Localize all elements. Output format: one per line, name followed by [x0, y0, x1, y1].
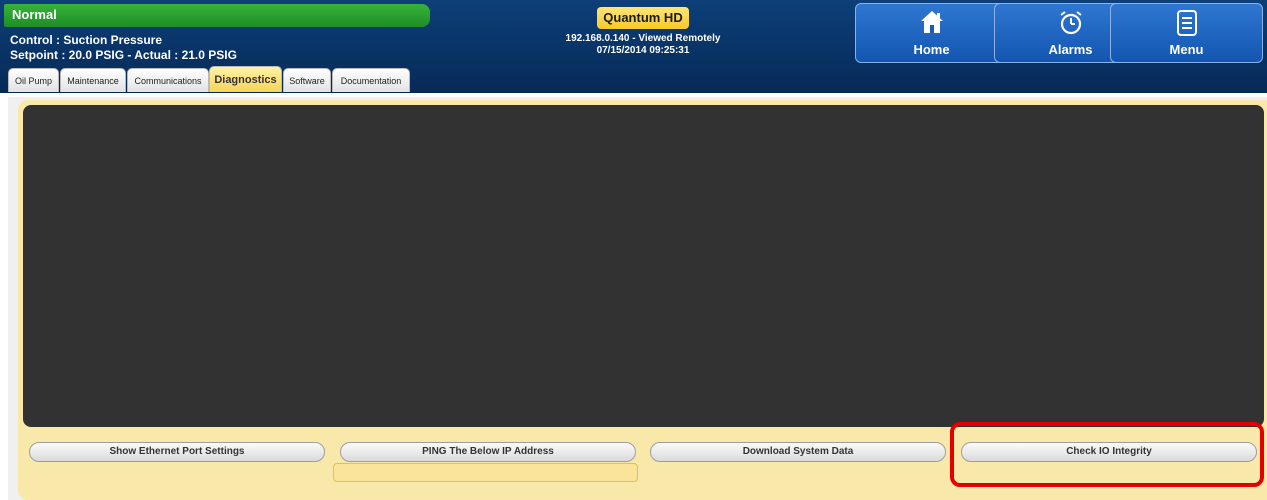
remote-connection-info: 192.168.0.140 - Viewed Remotely [565, 33, 721, 44]
download-system-data-button[interactable]: Download System Data [650, 442, 946, 462]
tab-communications[interactable]: Communications [127, 68, 209, 92]
diagnostics-output-screen [23, 105, 1264, 427]
status-bar: Normal [4, 4, 430, 27]
product-badge: Quantum HD [597, 7, 689, 29]
setpoint-readout: Setpoint : 20.0 PSIG - Actual : 21.0 PSI… [10, 48, 237, 62]
tab-oil-pump[interactable]: Oil Pump [8, 68, 59, 92]
menu-icon [1111, 10, 1262, 36]
control-label: Control : Suction Pressure [10, 33, 163, 47]
date-time: 07/15/2014 09:25:31 [596, 45, 690, 56]
menu-button[interactable]: Menu [1110, 3, 1263, 63]
show-ethernet-port-settings-button[interactable]: Show Ethernet Port Settings [29, 442, 325, 462]
home-icon [856, 10, 1007, 36]
ping-ip-input[interactable] [333, 463, 638, 482]
menu-label: Menu [1169, 42, 1204, 57]
tab-documentation[interactable]: Documentation [332, 68, 410, 92]
tab-diagnostics[interactable]: Diagnostics [209, 66, 282, 92]
tab-maintenance[interactable]: Maintenance [60, 68, 126, 92]
ping-ip-address-button[interactable]: PING The Below IP Address [340, 442, 636, 462]
check-io-integrity-button[interactable]: Check IO Integrity [961, 442, 1257, 462]
home-label: Home [913, 42, 950, 57]
status-text: Normal [12, 7, 57, 22]
home-button[interactable]: Home [855, 3, 1008, 63]
top-header: Normal Control : Suction Pressure Setpoi… [0, 0, 1267, 93]
tab-software[interactable]: Software [283, 68, 331, 92]
